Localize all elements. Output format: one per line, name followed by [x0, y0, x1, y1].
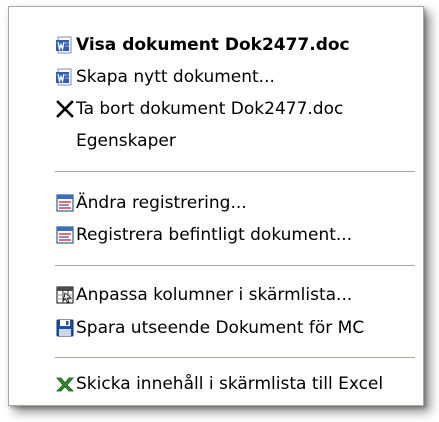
registration-form-icon [55, 225, 75, 245]
delete-x-icon [55, 99, 75, 119]
menu-item-label: Skicka innehåll i skärmlista till Excel [76, 374, 384, 394]
menu-item-label: Spara utseende Dokument för MC [76, 318, 365, 338]
menu-item-ta-bort-dokument[interactable]: Ta bort dokument Dok2477.doc [9, 93, 423, 125]
word-doc-icon [55, 35, 75, 55]
menu-item-skicka-till-excel[interactable]: Skicka innehåll i skärmlista till Excel [9, 368, 423, 400]
menu-item-label: Visa dokument Dok2477.doc [76, 35, 350, 55]
menu-separator [55, 171, 415, 172]
registration-form-icon [55, 193, 75, 213]
menu-item-label: Ta bort dokument Dok2477.doc [76, 99, 344, 119]
menu-item-visa-dokument[interactable]: Visa dokument Dok2477.doc [9, 29, 423, 61]
word-doc-icon [55, 67, 75, 87]
menu-item-anpassa-kolumner[interactable]: Anpassa kolumner i skärmlista... [9, 279, 423, 311]
floppy-disk-icon [55, 318, 75, 338]
menu-item-label: Egenskaper [76, 131, 176, 151]
menu-item-label: Anpassa kolumner i skärmlista... [76, 285, 353, 305]
menu-item-label: Skapa nytt dokument... [76, 67, 275, 87]
context-menu: Visa dokument Dok2477.doc Skapa nytt dok… [8, 6, 424, 406]
menu-separator [55, 357, 415, 358]
excel-icon [55, 374, 75, 394]
menu-item-registrera-befintligt[interactable]: Registrera befintligt dokument... [9, 219, 423, 251]
columns-icon [55, 285, 75, 305]
menu-item-egenskaper[interactable]: Egenskaper [9, 125, 423, 157]
menu-item-skapa-nytt-dokument[interactable]: Skapa nytt dokument... [9, 61, 423, 93]
menu-separator [55, 265, 415, 266]
menu-item-spara-utseende[interactable]: Spara utseende Dokument för MC [9, 312, 423, 344]
menu-item-andra-registrering[interactable]: Ändra registrering... [9, 187, 423, 219]
menu-item-label: Registrera befintligt dokument... [76, 225, 353, 245]
menu-item-label: Ändra registrering... [76, 193, 247, 213]
